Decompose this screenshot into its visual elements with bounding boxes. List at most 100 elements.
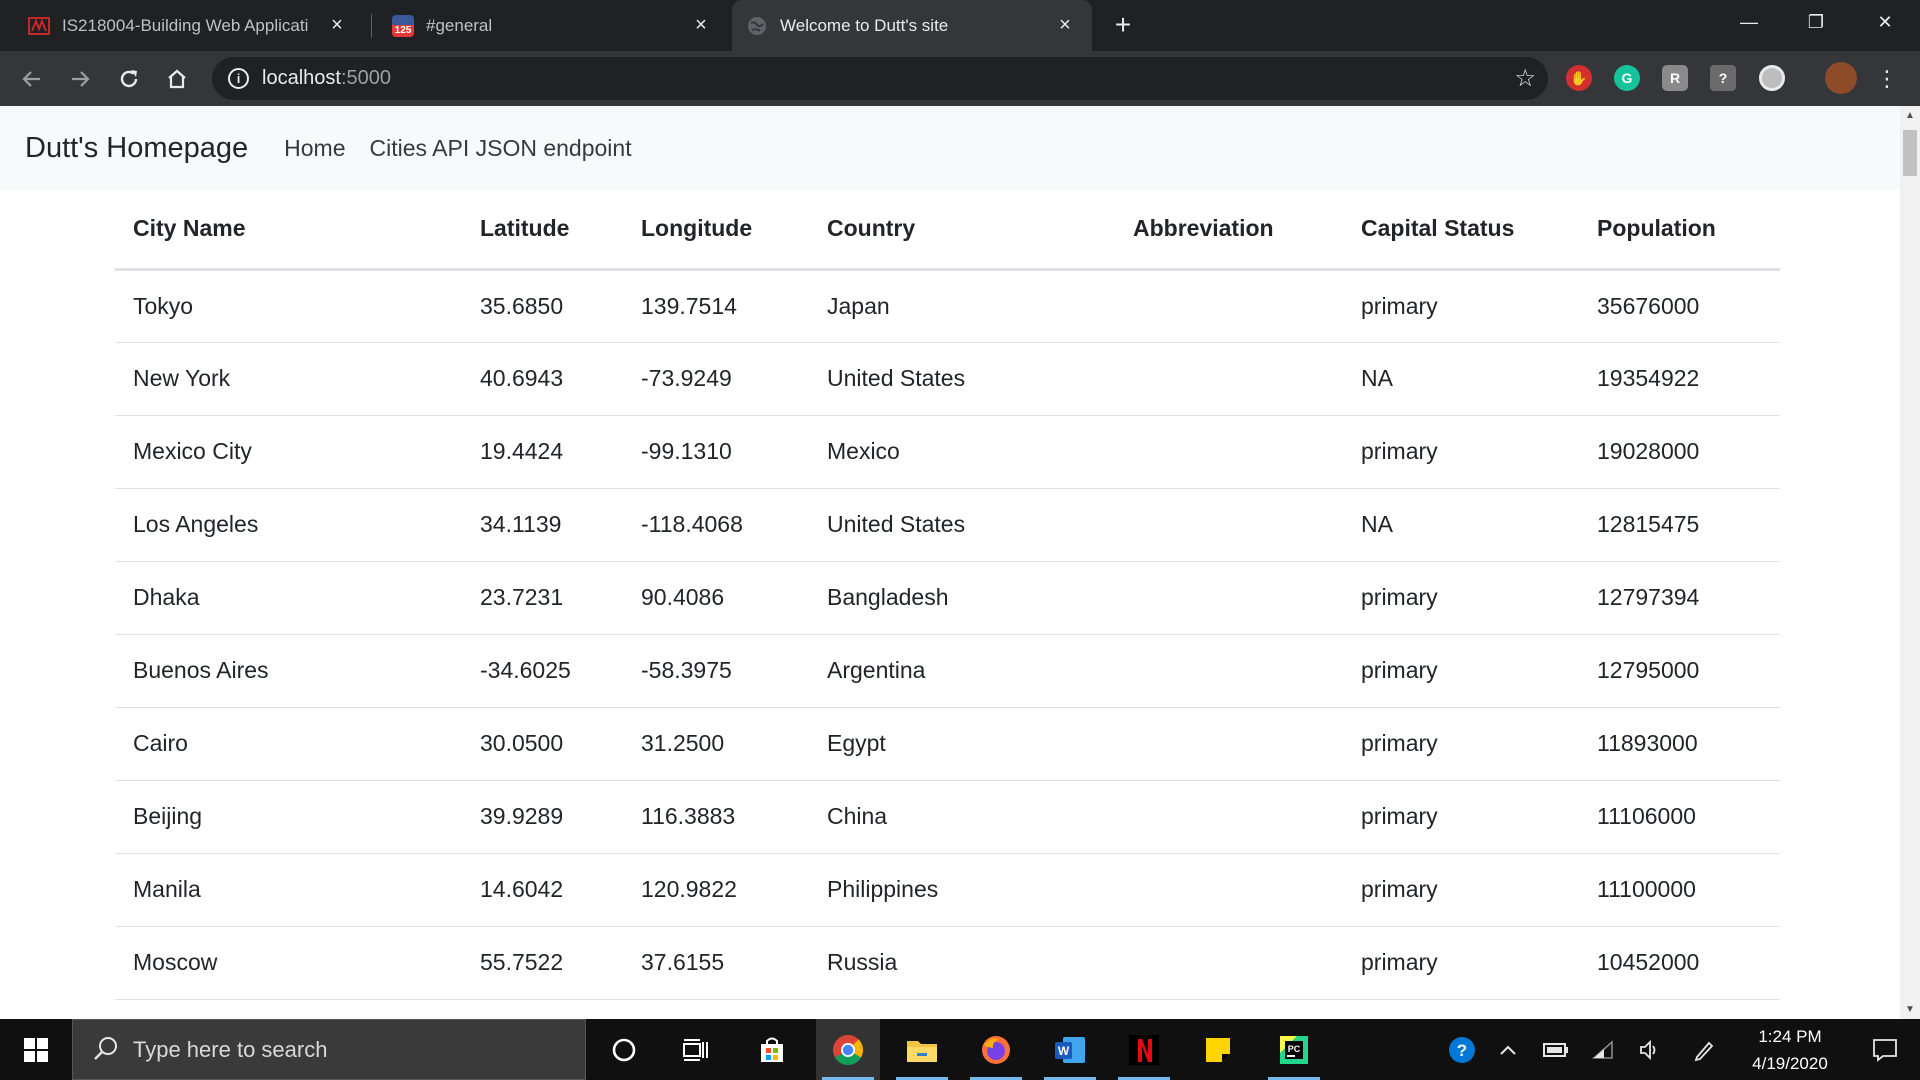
restore-button[interactable]: ❐ [1787,0,1845,44]
nav-link-home[interactable]: Home [284,135,345,162]
cell-abbreviation [1115,269,1343,343]
tab-active-site[interactable]: Welcome to Dutt's site × [732,0,1092,51]
reload-icon[interactable] [112,62,146,96]
cell-country: China [809,780,1115,854]
cell-latitude: 35.6850 [462,269,623,343]
chrome-icon[interactable] [816,1019,880,1080]
task-view-icon[interactable] [664,1019,728,1080]
cell-capital-status: NA [1343,488,1579,562]
svg-text:PC: PC [1288,1044,1301,1054]
sticky-notes-icon[interactable] [1186,1019,1250,1080]
scroll-up-arrow-icon[interactable]: ▲ [1900,110,1920,121]
tab-general[interactable]: 125 #general × [378,0,728,51]
cell-capital-status: primary [1343,634,1579,708]
cell-longitude: 31.2500 [623,707,809,781]
cell-abbreviation [1115,634,1343,708]
cell-abbreviation [1115,561,1343,635]
nav-link-cities-api[interactable]: Cities API JSON endpoint [370,135,632,162]
cell-longitude: 90.4086 [623,561,809,635]
cell-population: 12815475 [1579,488,1780,562]
home-icon[interactable] [160,62,194,96]
profile-avatar[interactable] [1825,62,1857,94]
new-tab-button[interactable]: + [1108,9,1138,40]
cell-longitude: 139.7514 [623,269,809,343]
extension-icon[interactable]: R [1662,65,1688,91]
cell-latitude: 30.0500 [462,707,623,781]
battery-icon[interactable] [1536,1019,1576,1080]
microsoft-store-icon[interactable] [740,1019,804,1080]
more-menu-icon[interactable]: ⋮ [1870,62,1904,96]
search-placeholder: Type here to search [133,1036,328,1062]
njit-logo-icon [28,15,50,37]
cell-abbreviation [1115,415,1343,489]
cell-latitude: 19.4424 [462,415,623,489]
page-scrollbar[interactable]: ▲ ▼ [1900,106,1920,1019]
firefox-icon[interactable] [964,1019,1028,1080]
help-icon[interactable]: ? [1444,1019,1480,1080]
cell-city-name: Cairo [115,707,462,781]
site-brand[interactable]: Dutt's Homepage [25,132,248,165]
record-extension-icon[interactable] [1759,65,1785,91]
table-row: Cairo 30.0500 31.2500 Egypt primary 1189… [115,707,1780,781]
cell-city-name: Buenos Aires [115,634,462,708]
table-row: Dhaka 23.7231 90.4086 Bangladesh primary… [115,561,1780,635]
close-icon[interactable]: × [1052,13,1078,39]
notifications-icon[interactable] [1850,1019,1920,1080]
scrollbar-thumb[interactable] [1903,130,1917,176]
cell-country: Argentina [809,634,1115,708]
wifi-icon[interactable] [1584,1019,1624,1080]
pycharm-icon[interactable]: PC [1262,1019,1326,1080]
table-row: New York 40.6943 -73.9249 United States … [115,342,1780,416]
file-explorer-icon[interactable] [890,1019,954,1080]
cell-capital-status: NA [1343,342,1579,416]
address-bar[interactable]: i localhost:5000 ☆ [212,57,1548,100]
bookmark-star-icon[interactable]: ☆ [1514,64,1536,93]
forward-arrow-icon[interactable] [63,62,97,96]
adblock-extension-icon[interactable]: ✋ [1566,65,1592,91]
window-close-button[interactable]: ✕ [1856,0,1914,44]
taskbar-clock[interactable]: 1:24 PM 4/19/2020 [1730,1019,1850,1080]
close-icon[interactable]: × [688,13,714,39]
netflix-icon[interactable] [1112,1019,1176,1080]
scroll-down-arrow-icon[interactable]: ▼ [1900,1004,1920,1015]
table-row: Moscow 55.7522 37.6155 Russia primary 10… [115,926,1780,1000]
taskbar-search-box[interactable]: Type here to search [72,1019,586,1080]
tab-course[interactable]: IS218004-Building Web Applicati × [14,0,364,51]
cell-latitude: 34.1139 [462,488,623,562]
pen-icon[interactable] [1684,1019,1724,1080]
cell-country: Philippines [809,853,1115,927]
back-arrow-icon[interactable] [15,62,49,96]
volume-icon[interactable] [1630,1019,1670,1080]
info-icon[interactable]: i [228,68,249,89]
cell-capital-status: primary [1343,926,1579,1000]
cell-longitude: 120.9822 [623,853,809,927]
cell-country: Russia [809,926,1115,1000]
cell-capital-status: primary [1343,415,1579,489]
grammarly-extension-icon[interactable]: G [1614,65,1640,91]
cell-latitude: 23.7231 [462,561,623,635]
column-header-capital-status: Capital Status [1343,190,1579,271]
column-header-latitude: Latitude [462,190,623,271]
column-header-country: Country [809,190,1115,271]
cell-longitude: 37.6155 [623,926,809,1000]
cell-population: 10452000 [1579,926,1780,1000]
cell-abbreviation [1115,488,1343,562]
calendar-icon: 125 [392,14,414,37]
cities-table: City Name Latitude Longitude Country Abb… [115,190,1780,1000]
windows-start-button[interactable] [0,1019,72,1080]
table-row: Buenos Aires -34.6025 -58.3975 Argentina… [115,634,1780,708]
close-icon[interactable]: × [324,13,350,39]
cell-abbreviation [1115,853,1343,927]
cell-city-name: Manila [115,853,462,927]
minimize-button[interactable]: — [1720,0,1778,44]
help-extension-icon[interactable]: ? [1710,65,1736,91]
cortana-icon[interactable] [592,1019,656,1080]
cell-population: 12795000 [1579,634,1780,708]
chevron-up-icon[interactable] [1490,1019,1526,1080]
word-icon[interactable]: W [1038,1019,1102,1080]
cell-population: 11893000 [1579,707,1780,781]
cell-capital-status: primary [1343,853,1579,927]
windows-logo-icon [24,1037,48,1062]
cell-city-name: Mexico City [115,415,462,489]
cell-city-name: New York [115,342,462,416]
